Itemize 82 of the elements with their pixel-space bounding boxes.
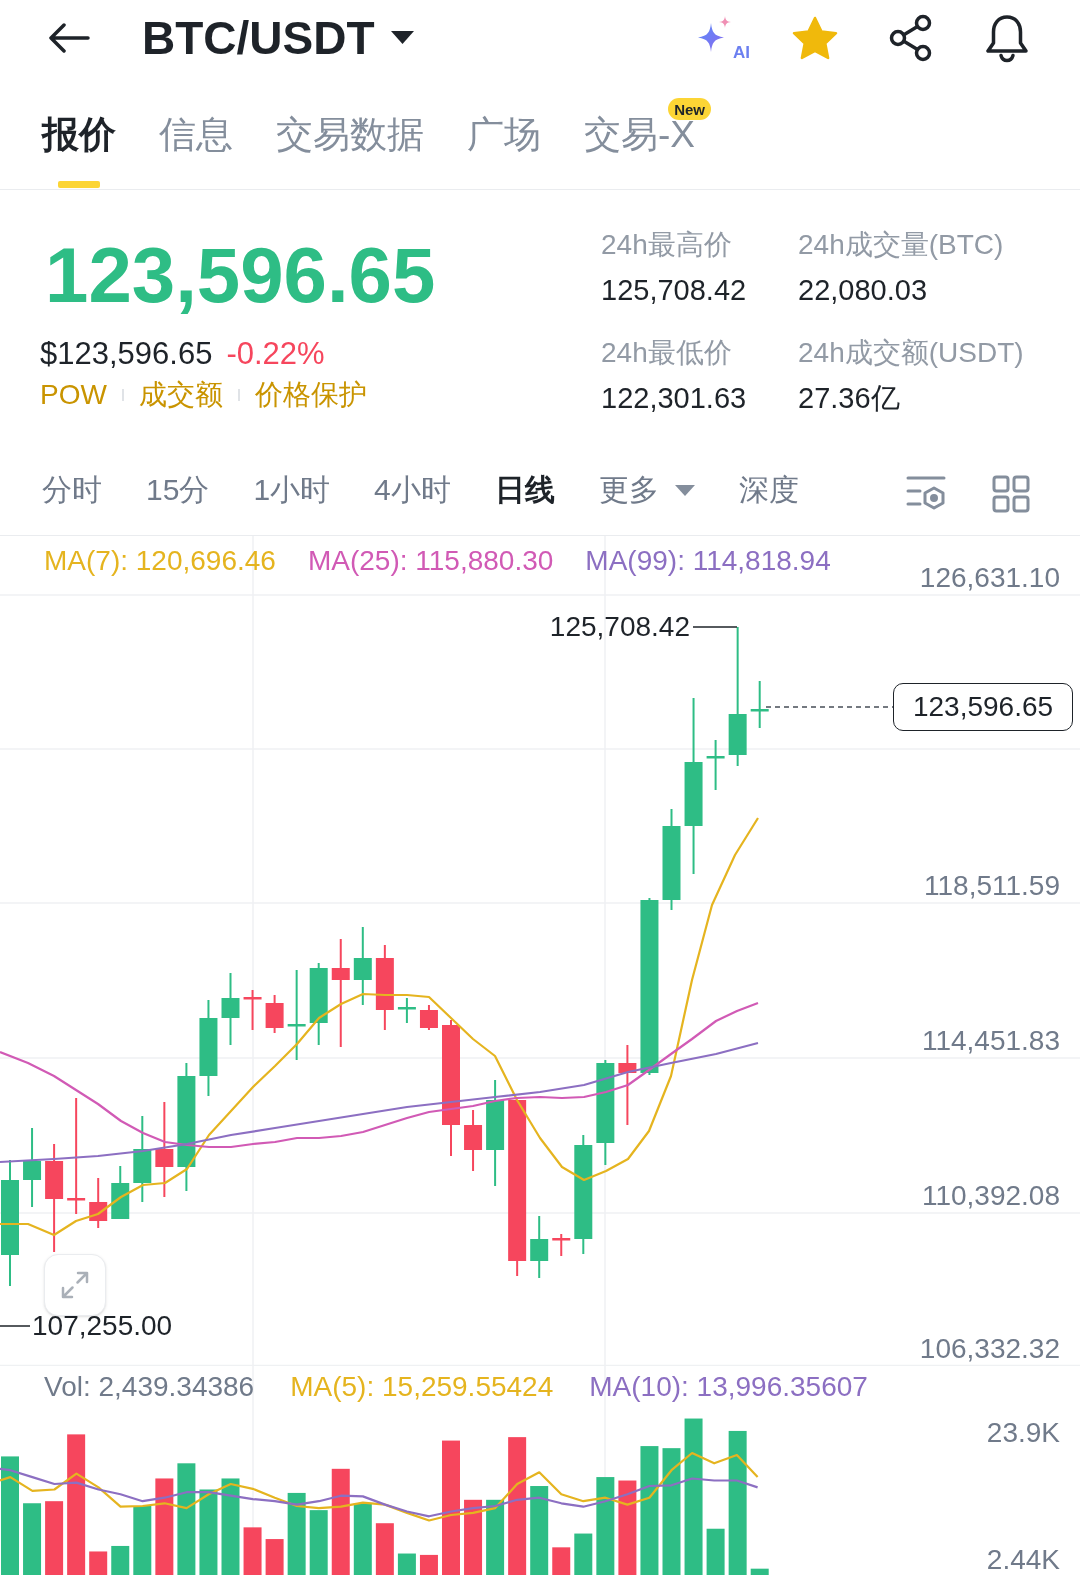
stat-label: 24h最低价 — [601, 339, 732, 367]
token-tag[interactable]: 成交额 — [138, 381, 223, 409]
tab[interactable]: 信息 — [159, 116, 233, 189]
volume-axis-label: 23.9K — [986, 1419, 1060, 1447]
volume-bar — [353, 1503, 372, 1575]
candlestick — [397, 997, 416, 1024]
status-badge: New — [668, 98, 711, 120]
candlestick — [706, 739, 725, 791]
candlestick — [530, 1215, 549, 1279]
interval-tab[interactable]: 深度 — [738, 475, 799, 505]
expand-button[interactable] — [44, 1254, 106, 1316]
stat-value: 122,301.63 — [601, 384, 747, 413]
last-price-tag: 123,596.65 — [893, 683, 1073, 731]
price-axis-label: 118,511.59 — [924, 872, 1060, 900]
caret-down-icon — [390, 31, 414, 44]
volume-bar — [23, 1503, 42, 1575]
candlestick — [265, 994, 284, 1034]
usd-price: $123,596.65 — [40, 338, 213, 369]
grid-icon[interactable] — [992, 475, 1030, 513]
high-price-label: 125,708.42 — [549, 613, 690, 641]
stat-value: 27.36亿 — [798, 384, 900, 413]
pair-selector[interactable]: BTC/USDT — [142, 14, 414, 61]
token-tag[interactable]: POW — [40, 381, 107, 409]
indicator-reading: MA(5): 15,259.55424 — [290, 1373, 554, 1401]
tab[interactable]: 交易数据 — [276, 116, 424, 189]
interval-tab[interactable]: 4小时 — [374, 475, 451, 505]
candlestick — [552, 1233, 571, 1257]
candlestick — [111, 1165, 130, 1220]
hexagon-lines-icon[interactable] — [906, 475, 946, 511]
volume-bar — [111, 1545, 130, 1575]
expand-icon — [60, 1270, 90, 1300]
indicator-reading: MA(7): 120,696.46 — [44, 547, 276, 575]
tab[interactable]: 广场 — [467, 116, 541, 189]
bell-icon[interactable] — [984, 12, 1030, 63]
star-icon[interactable] — [792, 15, 838, 60]
candlestick — [750, 680, 769, 729]
interval-tab[interactable]: 日线 — [494, 475, 555, 505]
price-axis-label: 126,631.10 — [919, 564, 1060, 592]
tab-indicator — [58, 181, 100, 188]
stat-value: 125,708.42 — [601, 276, 747, 305]
volume-bar — [375, 1523, 394, 1575]
volume-bar — [89, 1551, 108, 1575]
price-axis-label: 106,332.32 — [919, 1335, 1060, 1363]
ai-assistant-button[interactable]: AI — [696, 14, 750, 61]
indicator-reading: MA(25): 115,880.30 — [307, 547, 554, 575]
interval-tab[interactable]: 更多 — [598, 475, 695, 505]
volume-axis-label: 2.44K — [986, 1546, 1060, 1574]
volume-bar — [706, 1528, 725, 1575]
price-axis-label: 110,392.08 — [921, 1182, 1060, 1210]
indicator-reading: MA(99): 114,818.94 — [585, 547, 831, 575]
stat-label: 24h最高价 — [601, 231, 732, 259]
back-icon[interactable] — [48, 22, 90, 53]
interval-tab[interactable]: 分时 — [42, 475, 102, 505]
candlestick — [464, 1109, 483, 1172]
low-price-label: 107,255.00 — [32, 1312, 173, 1340]
interval-tab[interactable]: 15分 — [146, 475, 210, 505]
tab[interactable]: 报价 — [42, 116, 116, 189]
interval-tab[interactable]: 1小时 — [253, 475, 331, 505]
price-axis-label: 114,451.83 — [921, 1027, 1060, 1055]
volume-bar — [397, 1553, 416, 1575]
leader-line — [692, 626, 738, 628]
volume-bar — [265, 1539, 284, 1575]
volume-bar — [243, 1527, 262, 1575]
token-tag[interactable]: 价格保护 — [254, 381, 367, 409]
volume-bar — [552, 1547, 571, 1575]
candlestick — [419, 1004, 438, 1031]
candlestick — [243, 989, 262, 1031]
indicator-reading: MA(10): 13,996.35607 — [589, 1373, 868, 1401]
stat-label: 24h成交额(USDT) — [798, 339, 1024, 367]
price-change: -0.22% — [226, 338, 325, 369]
volume-bar — [574, 1533, 593, 1575]
stat-label: 24h成交量(BTC) — [798, 231, 1004, 259]
indicator-reading: Vol: 2,439.34386 — [44, 1373, 255, 1401]
volume-bar — [419, 1554, 438, 1575]
volume-bar — [750, 1568, 769, 1575]
share-icon[interactable] — [888, 13, 934, 62]
last-price: 123,596.65 — [45, 236, 436, 314]
candlestick — [89, 1177, 108, 1229]
leader-line — [0, 1325, 31, 1327]
volume-bar — [309, 1510, 328, 1575]
stat-value: 22,080.03 — [798, 276, 927, 305]
volume-bar — [133, 1506, 152, 1575]
